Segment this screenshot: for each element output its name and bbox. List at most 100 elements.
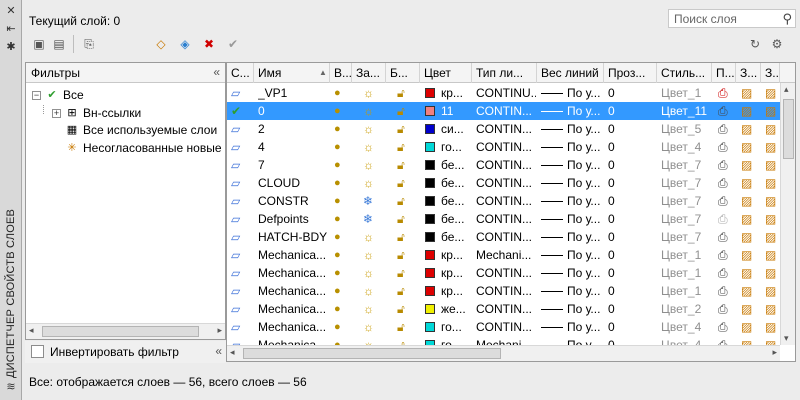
thawed-sun-icon[interactable]: ☼ <box>363 300 381 318</box>
layer-linetype[interactable]: CONTIN... <box>476 300 536 318</box>
layer-lineweight[interactable]: По у... <box>541 156 603 174</box>
vp-freeze-icon[interactable]: ▨ <box>741 156 757 174</box>
frozen-icon[interactable]: ❄ <box>363 192 381 210</box>
layer-plotstyle[interactable]: Цвет_5 <box>661 120 711 138</box>
layer-lineweight[interactable]: По у... <box>541 138 603 156</box>
unlocked-icon[interactable]: 🔓︎ <box>397 300 415 318</box>
scroll-left-icon[interactable]: ◂ <box>230 347 235 358</box>
layer-plotstyle[interactable]: Цвет_7 <box>661 210 711 228</box>
layer-color[interactable]: кр... <box>425 282 471 300</box>
layer-status-icon[interactable]: ▱ <box>231 264 253 282</box>
layer-row[interactable]: ▱ _VP1 ● ☼ 🔓︎ кр... CONTINU... По у... 0 Цвет_1 ⎙ ▨… <box>227 84 795 102</box>
invert-filter-checkbox[interactable] <box>31 345 44 358</box>
settings-gear-icon[interactable]: ⚙ <box>768 36 786 52</box>
col-linetype[interactable]: Тип ли... <box>472 63 537 83</box>
layer-plotstyle[interactable]: Цвет_4 <box>661 318 711 336</box>
autohide-icon[interactable]: ⇤ <box>4 22 18 36</box>
scroll-down-icon[interactable]: ▾ <box>784 333 789 344</box>
new-vp-freeze-icon[interactable]: ▨ <box>765 102 779 120</box>
layer-transparency[interactable]: 0 <box>608 228 656 246</box>
layer-name[interactable]: 4 <box>258 138 328 156</box>
layer-lineweight[interactable]: По у... <box>541 246 603 264</box>
layer-plotstyle[interactable]: Цвет_1 <box>661 282 711 300</box>
layer-color[interactable]: бе... <box>425 210 471 228</box>
printer-icon[interactable]: ⎙ <box>718 174 734 192</box>
layer-transparency[interactable]: 0 <box>608 156 656 174</box>
layer-name[interactable]: Defpoints <box>258 210 328 228</box>
set-current-icon[interactable]: ✔ <box>224 36 242 52</box>
new-vp-freeze-icon[interactable]: ▨ <box>765 246 779 264</box>
layer-plotstyle[interactable]: Цвет_11 <box>661 102 711 120</box>
printer-icon[interactable]: ⎙ <box>718 282 734 300</box>
layer-linetype[interactable]: CONTINU... <box>476 84 536 102</box>
bulb-on-icon[interactable]: ● <box>334 156 350 174</box>
bulb-on-icon[interactable]: ● <box>334 246 350 264</box>
layer-search-input[interactable]: Поиск слоя ⚲ <box>668 9 796 28</box>
layer-lineweight[interactable]: По у... <box>541 84 603 102</box>
printer-icon[interactable]: ⎙ <box>718 300 734 318</box>
scroll-up-icon[interactable]: ▴ <box>784 84 789 95</box>
new-group-filter-icon[interactable]: ▤ <box>50 36 68 52</box>
filter-item-all[interactable]: − ✔ Все <box>32 87 84 103</box>
refresh-icon[interactable]: ↻ <box>746 36 764 52</box>
vp-freeze-icon[interactable]: ▨ <box>741 282 757 300</box>
printer-icon[interactable]: ⎙ <box>718 246 734 264</box>
vp-freeze-icon[interactable]: ▨ <box>741 300 757 318</box>
layer-linetype[interactable]: Mechani... <box>476 246 536 264</box>
layer-transparency[interactable]: 0 <box>608 138 656 156</box>
layer-status-icon[interactable]: ▱ <box>231 156 253 174</box>
thawed-sun-icon[interactable]: ☼ <box>363 246 381 264</box>
layer-linetype[interactable]: CONTIN... <box>476 282 536 300</box>
layer-transparency[interactable]: 0 <box>608 300 656 318</box>
layer-status-icon[interactable]: ✔ <box>231 102 253 120</box>
col-lock[interactable]: Б... <box>386 63 420 83</box>
layer-name[interactable]: 0 <box>258 102 328 120</box>
layer-lineweight[interactable]: По у... <box>541 192 603 210</box>
layer-status-icon[interactable]: ▱ <box>231 192 253 210</box>
new-vp-freeze-icon[interactable]: ▨ <box>765 156 779 174</box>
bulb-on-icon[interactable]: ● <box>334 120 350 138</box>
thawed-sun-icon[interactable]: ☼ <box>363 318 381 336</box>
unlocked-icon[interactable]: 🔓︎ <box>397 210 415 228</box>
col-lineweight[interactable]: Вес линий <box>537 63 604 83</box>
thawed-sun-icon[interactable]: ☼ <box>363 120 381 138</box>
layer-row[interactable]: ▱ HATCH-BDY ● ☼ 🔓︎ бе... CONTIN... По у... 0 Цвет… <box>227 228 795 246</box>
layer-name[interactable]: Mechanica... <box>258 282 328 300</box>
layer-linetype[interactable]: CONTIN... <box>476 102 536 120</box>
layer-linetype[interactable]: CONTIN... <box>476 318 536 336</box>
new-vp-freeze-icon[interactable]: ▨ <box>765 228 779 246</box>
printer-icon[interactable]: ⎙ <box>718 138 734 156</box>
layer-status-icon[interactable]: ▱ <box>231 318 253 336</box>
printer-icon[interactable]: ⎙ <box>718 102 734 120</box>
scroll-right-icon[interactable]: ▸ <box>772 347 777 358</box>
unlocked-icon[interactable]: 🔓︎ <box>397 318 415 336</box>
layer-color[interactable]: 11 <box>425 102 471 120</box>
col-color[interactable]: Цвет <box>420 63 472 83</box>
new-vp-freeze-icon[interactable]: ▨ <box>765 84 779 102</box>
layer-status-icon[interactable]: ▱ <box>231 300 253 318</box>
printer-icon[interactable]: ⎙ <box>718 120 734 138</box>
filter-item-used[interactable]: ▦ Все используемые слои <box>65 122 217 138</box>
layer-status-icon[interactable]: ▱ <box>231 138 253 156</box>
layer-status-icon[interactable]: ▱ <box>231 120 253 138</box>
layer-plotstyle[interactable]: Цвет_2 <box>661 300 711 318</box>
vp-freeze-icon[interactable]: ▨ <box>741 246 757 264</box>
new-vp-frozen-layer-icon[interactable]: ◈ <box>176 36 194 52</box>
layer-linetype[interactable]: CONTIN... <box>476 120 536 138</box>
layer-row[interactable]: ▱ Mechanica... ● ☼ 🔓︎ кр... CONTIN... По у... 0 Ц… <box>227 282 795 300</box>
new-vp-freeze-icon[interactable]: ▨ <box>765 300 779 318</box>
layer-plotstyle[interactable]: Цвет_1 <box>661 246 711 264</box>
col-on[interactable]: В... <box>330 63 352 83</box>
vp-freeze-icon[interactable]: ▨ <box>741 318 757 336</box>
layer-status-icon[interactable]: ▱ <box>231 246 253 264</box>
bulb-on-icon[interactable]: ● <box>334 282 350 300</box>
thawed-sun-icon[interactable]: ☼ <box>363 174 381 192</box>
vp-freeze-icon[interactable]: ▨ <box>741 138 757 156</box>
layer-name[interactable]: Mechanica... <box>258 246 328 264</box>
col-vp-freeze[interactable]: З... <box>736 63 761 83</box>
layer-states-icon[interactable]: ⎘ <box>80 36 98 52</box>
printer-icon[interactable]: ⎙ <box>718 192 734 210</box>
thawed-sun-icon[interactable]: ☼ <box>363 228 381 246</box>
layer-row[interactable]: ✔ 0 ● ☼ 🔓︎ 11 CONTIN... По у... 0 Цвет_11 ⎙ ▨ ▨ <box>227 102 795 120</box>
layer-transparency[interactable]: 0 <box>608 192 656 210</box>
